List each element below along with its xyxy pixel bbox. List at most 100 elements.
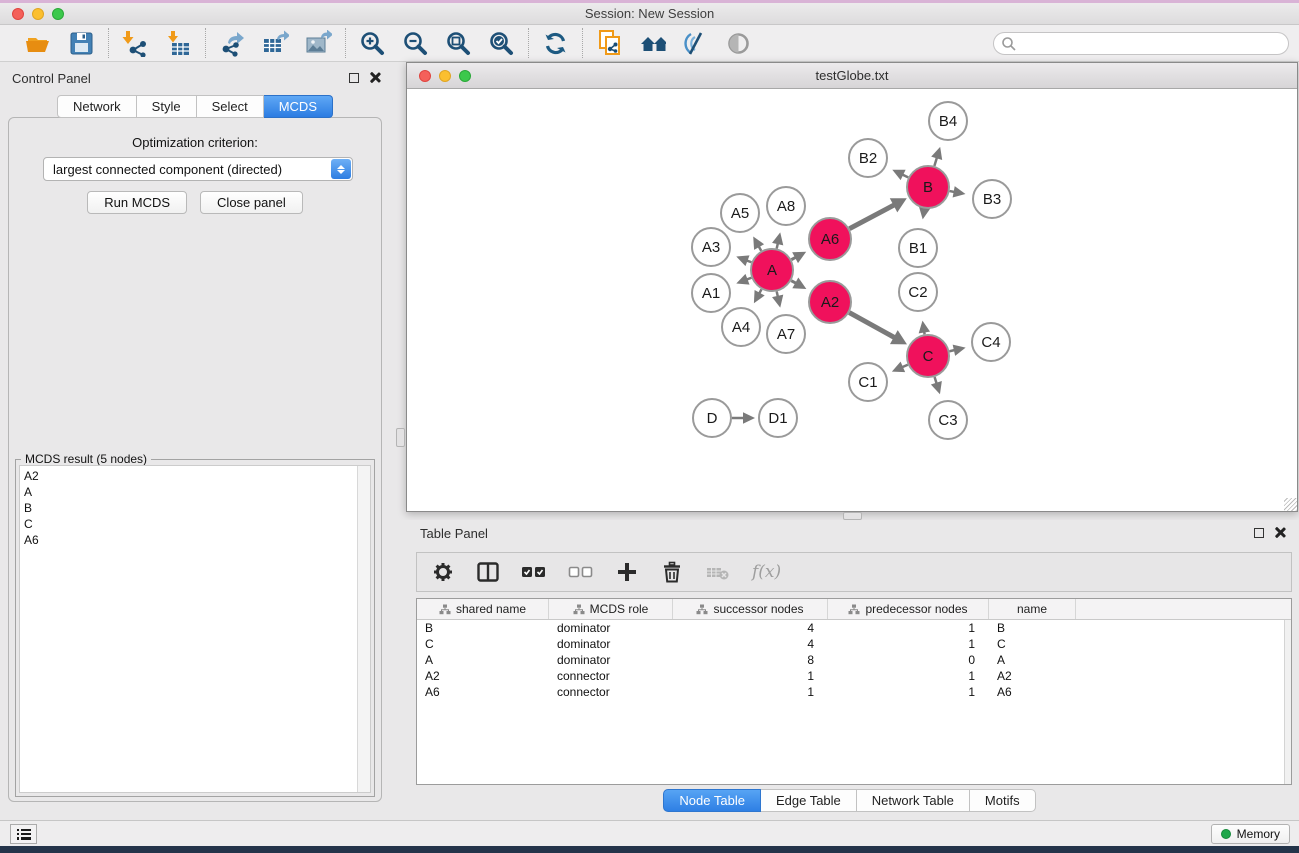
table-cell[interactable]: 0: [828, 652, 989, 668]
search-box[interactable]: [993, 32, 1289, 55]
hide-details-icon[interactable]: [682, 30, 709, 57]
home-icon[interactable]: [639, 30, 666, 57]
table-cell[interactable]: A6: [989, 684, 1076, 700]
add-column-icon[interactable]: [615, 559, 639, 585]
task-history-button[interactable]: [10, 824, 37, 844]
table-cell[interactable]: B: [989, 620, 1076, 636]
table-cell[interactable]: A2: [989, 668, 1076, 684]
close-table-panel-icon[interactable]: [1274, 527, 1285, 538]
table-cell[interactable]: connector: [549, 684, 673, 700]
node-table-header[interactable]: shared nameMCDS rolesuccessor nodesprede…: [417, 599, 1291, 620]
column-header-name[interactable]: name: [989, 599, 1076, 619]
horizontal-splitter-handle[interactable]: [843, 512, 862, 520]
mcds-result-item[interactable]: B: [24, 500, 370, 516]
column-type-icon: [439, 604, 451, 615]
zoom-out-icon[interactable]: [402, 30, 429, 57]
float-table-panel-icon[interactable]: [1254, 528, 1264, 538]
table-row[interactable]: A6connector11A6: [417, 684, 1291, 700]
mcds-result-item[interactable]: A2: [24, 468, 370, 484]
table-settings-gear-icon[interactable]: [431, 559, 455, 585]
zoom-fit-icon[interactable]: [445, 30, 472, 57]
import-network-icon[interactable]: [122, 30, 149, 57]
mcds-result-item[interactable]: A6: [24, 532, 370, 548]
import-table-icon[interactable]: [165, 30, 192, 57]
optimization-criterion-select[interactable]: largest connected component (directed): [43, 157, 353, 181]
tab-network-table[interactable]: Network Table: [857, 789, 970, 812]
table-cell[interactable]: 1: [828, 620, 989, 636]
edge-C-C3[interactable]: [935, 377, 937, 384]
table-scrollbar[interactable]: [1284, 620, 1291, 784]
edge-B-B4[interactable]: [934, 157, 937, 166]
table-toolbar: f(x): [416, 552, 1292, 592]
column-header-successor-nodes[interactable]: successor nodes: [673, 599, 828, 619]
export-table-icon[interactable]: [262, 30, 289, 57]
tab-motifs[interactable]: Motifs: [970, 789, 1036, 812]
table-cell[interactable]: 1: [673, 668, 828, 684]
result-list-scrollbar[interactable]: [357, 466, 370, 792]
resize-grip-icon[interactable]: [1284, 498, 1297, 511]
table-cell[interactable]: 1: [828, 668, 989, 684]
birdseye-view-icon[interactable]: [725, 30, 752, 57]
network-graph[interactable]: B4B2BB3B1A5A8A6A3AA1C2A4A7A2CC1C4C3DD1: [407, 89, 1297, 511]
search-input[interactable]: [1017, 33, 1288, 54]
zoom-selected-icon[interactable]: [488, 30, 515, 57]
refresh-icon[interactable]: [542, 30, 569, 57]
table-type-tabs: Node Table Edge Table Network Table Moti…: [400, 789, 1299, 812]
table-cell[interactable]: 1: [828, 684, 989, 700]
mcds-result-item[interactable]: A: [24, 484, 370, 500]
mcds-result-list[interactable]: A2ABCA6: [19, 465, 371, 793]
column-header-predecessor-nodes[interactable]: predecessor nodes: [828, 599, 989, 619]
table-cell[interactable]: A6: [417, 684, 549, 700]
tab-node-table[interactable]: Node Table: [663, 789, 761, 812]
select-all-icon[interactable]: [521, 559, 547, 585]
tab-edge-table[interactable]: Edge Table: [761, 789, 857, 812]
table-cell[interactable]: B: [417, 620, 549, 636]
table-row[interactable]: Bdominator41B: [417, 620, 1291, 636]
close-panel-button[interactable]: Close panel: [200, 191, 303, 214]
table-row[interactable]: Cdominator41C: [417, 636, 1291, 652]
delete-column-icon[interactable]: [660, 559, 684, 585]
network-from-file-icon[interactable]: [596, 30, 623, 57]
float-panel-icon[interactable]: [349, 73, 359, 83]
mcds-result-item[interactable]: C: [24, 516, 370, 532]
network-window-titlebar[interactable]: testGlobe.txt: [407, 63, 1297, 89]
memory-button[interactable]: Memory: [1211, 824, 1290, 844]
table-cell[interactable]: A: [417, 652, 549, 668]
zoom-in-icon[interactable]: [359, 30, 386, 57]
tab-network[interactable]: Network: [57, 95, 137, 118]
vertical-splitter-handle[interactable]: [396, 428, 405, 447]
column-header-MCDS-role[interactable]: MCDS role: [549, 599, 673, 619]
show-columns-icon[interactable]: [476, 559, 500, 585]
edge-A2-C[interactable]: [849, 313, 894, 338]
table-row[interactable]: A2connector11A2: [417, 668, 1291, 684]
export-image-icon[interactable]: [305, 30, 332, 57]
open-session-icon[interactable]: [25, 30, 52, 57]
table-cell[interactable]: dominator: [549, 620, 673, 636]
table-cell[interactable]: 1: [673, 684, 828, 700]
table-cell[interactable]: 4: [673, 636, 828, 652]
save-session-icon[interactable]: [68, 30, 95, 57]
table-cell[interactable]: A2: [417, 668, 549, 684]
table-cell[interactable]: C: [989, 636, 1076, 652]
table-row[interactable]: Adominator80A: [417, 652, 1291, 668]
table-cell[interactable]: A: [989, 652, 1076, 668]
table-cell[interactable]: 4: [673, 620, 828, 636]
table-cell[interactable]: dominator: [549, 652, 673, 668]
column-header-shared-name[interactable]: shared name: [417, 599, 549, 619]
export-network-icon[interactable]: [219, 30, 246, 57]
network-canvas[interactable]: B4B2BB3B1A5A8A6A3AA1C2A4A7A2CC1C4C3DD1: [407, 89, 1297, 511]
tab-style[interactable]: Style: [137, 95, 197, 118]
node-label-D1: D1: [768, 410, 787, 427]
table-cell[interactable]: dominator: [549, 636, 673, 652]
table-cell[interactable]: 1: [828, 636, 989, 652]
edge-A6-B[interactable]: [849, 205, 894, 229]
run-mcds-button[interactable]: Run MCDS: [87, 191, 187, 214]
table-cell[interactable]: connector: [549, 668, 673, 684]
table-cell[interactable]: 8: [673, 652, 828, 668]
close-panel-icon[interactable]: [369, 72, 380, 83]
tab-mcds[interactable]: MCDS: [264, 95, 333, 118]
tab-select[interactable]: Select: [197, 95, 264, 118]
table-cell[interactable]: C: [417, 636, 549, 652]
node-table-body[interactable]: Bdominator41BCdominator41CAdominator80AA…: [417, 620, 1291, 700]
deselect-all-icon[interactable]: [568, 559, 594, 585]
